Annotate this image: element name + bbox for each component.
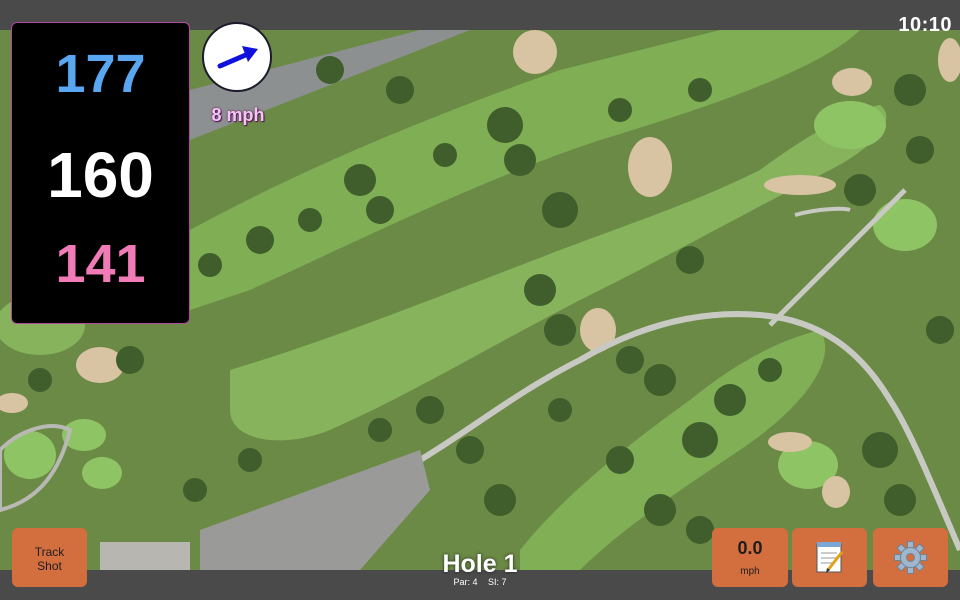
- track-shot-label-line1: Track: [34, 545, 65, 559]
- wind-direction-indicator: [202, 22, 272, 92]
- speed-button[interactable]: 0.0 mph: [712, 528, 788, 587]
- clock: 10:10: [898, 14, 952, 36]
- wind-direction-arrow-icon: [217, 46, 258, 69]
- speed-unit: mph: [740, 566, 760, 577]
- back-distance: 177: [55, 44, 146, 104]
- wind-speed: 8 mph: [211, 105, 265, 125]
- settings-button[interactable]: [873, 528, 948, 587]
- distance-panel: 177 160 141: [11, 22, 190, 324]
- speed-value: 0.0: [737, 538, 763, 558]
- track-shot-button[interactable]: Track Shot: [12, 528, 87, 587]
- hole-meta: Par: 4 SI: 7: [380, 577, 580, 587]
- notes-button[interactable]: [792, 528, 867, 587]
- hole-par: Par: 4: [453, 577, 478, 587]
- hole-title: Hole 1: [442, 550, 518, 578]
- hole-stroke-index: SI: 7: [488, 577, 507, 587]
- track-shot-label-line2: Shot: [37, 559, 62, 573]
- notepad-icon: [816, 542, 844, 573]
- middle-distance: 160: [47, 139, 154, 211]
- front-distance: 141: [55, 234, 146, 294]
- gear-icon: [894, 541, 927, 574]
